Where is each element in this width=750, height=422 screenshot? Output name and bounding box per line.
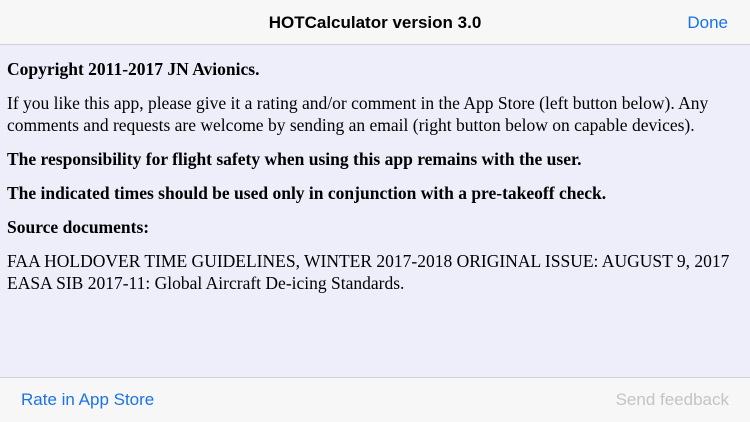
rate-in-app-store-button[interactable]: Rate in App Store	[21, 378, 154, 422]
about-text-scroll-view[interactable]: Copyright 2011-2017 JN Avionics. If you …	[0, 45, 750, 377]
copyright-text: Copyright 2011-2017 JN Avionics.	[7, 59, 260, 79]
about-screen: HOTCalculator version 3.0 Done Copyright…	[0, 0, 750, 422]
source-document-faa: FAA HOLDOVER TIME GUIDELINES, WINTER 201…	[7, 251, 730, 271]
bottom-toolbar: Rate in App Store Send feedback	[0, 377, 750, 422]
responsibility-text: The responsibility for flight safety whe…	[7, 149, 582, 169]
send-feedback-button: Send feedback	[615, 390, 729, 409]
source-documents-heading: Source documents:	[7, 217, 150, 237]
page-title: HOTCalculator version 3.0	[268, 13, 482, 32]
indicated-times-text: The indicated times should be used only …	[7, 183, 607, 203]
navigation-bar: HOTCalculator version 3.0 Done	[0, 0, 750, 45]
done-button[interactable]: Done	[687, 0, 728, 45]
source-document-easa: EASA SIB 2017-11: Global Aircraft De-ici…	[7, 273, 405, 293]
intro-text: If you like this app, please give it a r…	[7, 93, 709, 135]
source-documents-list: FAA HOLDOVER TIME GUIDELINES, WINTER 201…	[7, 250, 744, 294]
